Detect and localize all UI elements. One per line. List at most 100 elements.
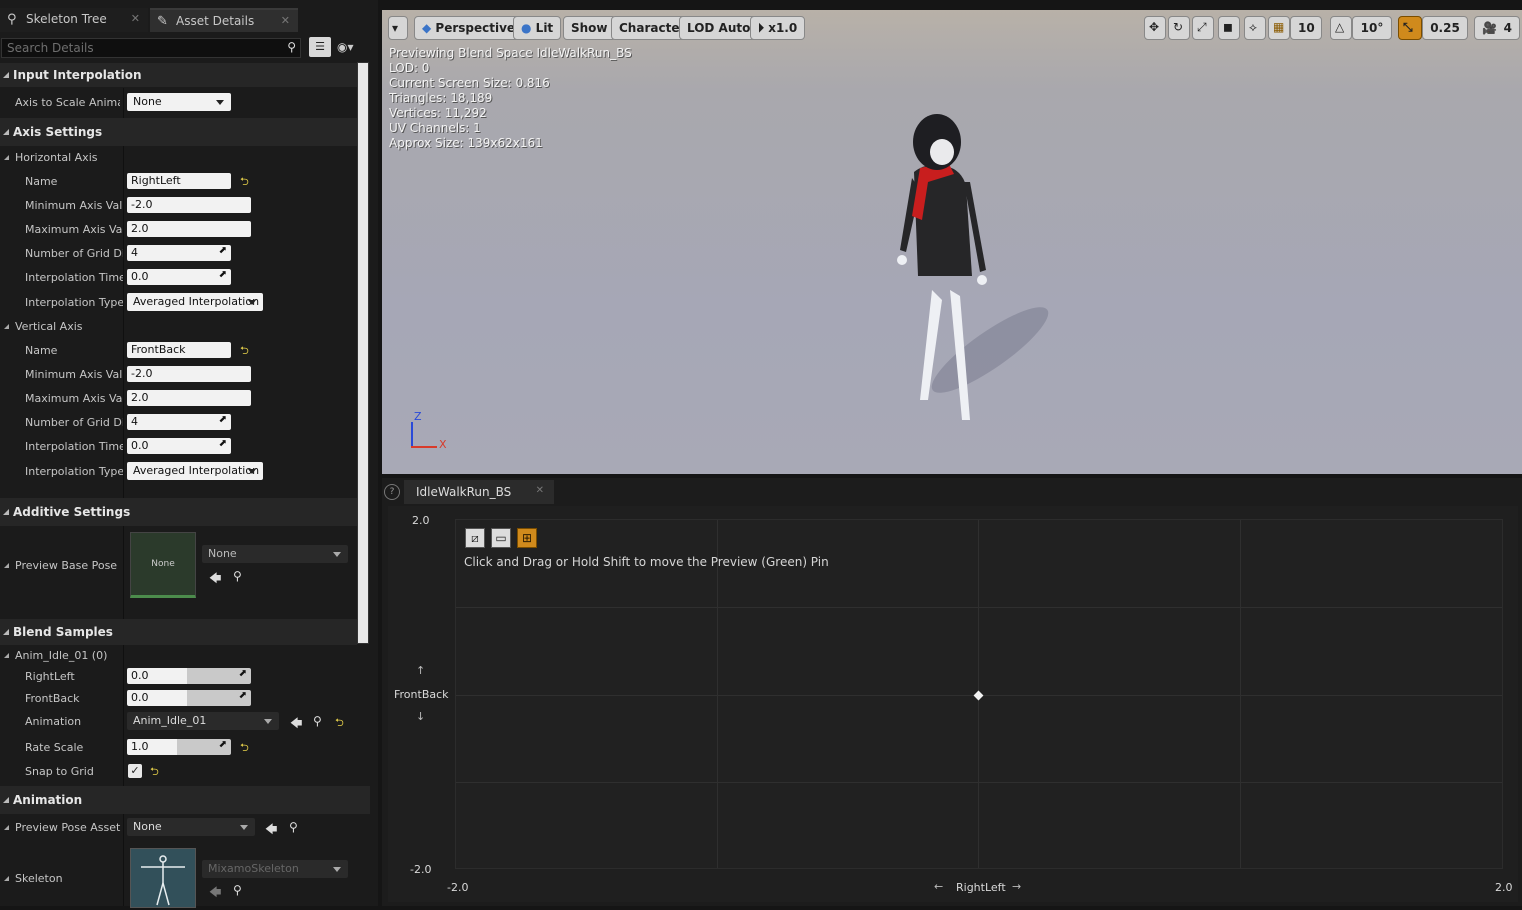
- skeleton-thumbnail[interactable]: [130, 848, 196, 908]
- tab-blend-space[interactable]: IdleWalkRun_BS ✕: [404, 480, 554, 504]
- horizontal-axis-header[interactable]: Horizontal Axis: [0, 150, 357, 166]
- v-grid-spinner[interactable]: 4: [127, 414, 231, 430]
- h-max-input[interactable]: 2.0: [127, 221, 251, 237]
- column-divider: [123, 146, 124, 498]
- row-v-max: Maximum Axis Val 2.0: [0, 389, 357, 407]
- v-name-input[interactable]: FrontBack: [127, 342, 231, 358]
- v-itime-spinner[interactable]: 0.0: [127, 438, 231, 454]
- reset-icon[interactable]: ⮌: [335, 714, 344, 733]
- search-icon[interactable]: ⚲: [287, 40, 296, 54]
- column-divider: [123, 814, 124, 906]
- browse-search-icon[interactable]: ⚲: [313, 714, 322, 728]
- world-local-icon[interactable]: ◼: [1218, 16, 1240, 40]
- h-grid-spinner[interactable]: 4: [127, 245, 231, 261]
- field-label: Axis to Scale Animati: [15, 96, 120, 109]
- use-selected-arrow-icon[interactable]: 🡄: [209, 569, 221, 590]
- skeleton-dropdown: MixamoSkeleton: [202, 860, 348, 878]
- v-max-input[interactable]: 2.0: [127, 390, 251, 406]
- reset-icon[interactable]: ⮌: [240, 739, 249, 758]
- show-button[interactable]: Show: [563, 16, 616, 40]
- angle-snap-value[interactable]: 10°: [1352, 16, 1392, 40]
- button-label: LOD Auto: [687, 21, 751, 35]
- reset-icon[interactable]: ⮌: [150, 763, 159, 782]
- rotate-icon[interactable]: ↻: [1168, 16, 1190, 40]
- row-preview-pose-asset: Preview Pose Asset None 🡄 ⚲: [0, 816, 357, 838]
- browse-search-icon[interactable]: ⚲: [233, 883, 242, 897]
- h-itime-spinner[interactable]: 0.0: [127, 269, 231, 285]
- scale-snap-value[interactable]: 0.25: [1422, 16, 1468, 40]
- arrow-left-icon: ←: [934, 880, 944, 893]
- chevron-down-icon: ▾: [392, 21, 399, 35]
- sample-fb-slider[interactable]: 0.0: [127, 690, 251, 706]
- row-axis-to-scale: Axis to Scale Animati None: [0, 90, 357, 114]
- lod-button[interactable]: LOD Auto: [679, 16, 759, 40]
- angle-snap-icon[interactable]: △: [1330, 16, 1352, 40]
- h-min-input[interactable]: -2.0: [127, 197, 251, 213]
- surface-snap-icon[interactable]: ⟡: [1244, 16, 1266, 40]
- reset-icon[interactable]: ⮌: [240, 173, 249, 192]
- search-input[interactable]: Search Details ⚲: [1, 38, 301, 58]
- draw-triangles-icon[interactable]: ⧄: [465, 528, 485, 548]
- preview-viewport[interactable]: ▾ ◆ Perspective ● Lit Show Character LOD…: [382, 10, 1522, 474]
- show-names-icon[interactable]: ▭: [491, 528, 511, 548]
- help-icon[interactable]: ?: [384, 484, 400, 500]
- pose-thumbnail[interactable]: None: [130, 532, 196, 598]
- close-icon[interactable]: ✕: [536, 485, 544, 496]
- use-selected-arrow-icon[interactable]: 🡄: [265, 820, 277, 841]
- h-itype-dropdown[interactable]: Averaged Interpolation: [127, 293, 263, 311]
- tab-label: IdleWalkRun_BS: [416, 485, 512, 499]
- close-icon[interactable]: ✕: [281, 14, 290, 27]
- stat-screen-size: Current Screen Size: 0.816: [389, 76, 550, 90]
- browse-search-icon[interactable]: ⚲: [289, 820, 298, 834]
- blend-grid[interactable]: [455, 519, 1503, 869]
- grid-snap-icon[interactable]: ▦: [1268, 16, 1290, 40]
- eye-icon[interactable]: ◉▾: [337, 40, 354, 54]
- grid-snap-value[interactable]: 10: [1290, 16, 1322, 40]
- perspective-button[interactable]: ◆ Perspective: [414, 16, 524, 40]
- row-preview-base-pose: Preview Base Pose None None 🡄 ⚲: [0, 530, 357, 602]
- x-axis-label: RightLeft: [956, 881, 1006, 894]
- sample-point[interactable]: [973, 690, 984, 701]
- browse-search-icon[interactable]: ⚲: [233, 569, 242, 583]
- vertical-axis-header[interactable]: Vertical Axis: [0, 319, 357, 335]
- scale-icon[interactable]: ⤢: [1192, 16, 1214, 40]
- viewport-options-button[interactable]: ▾: [388, 16, 408, 40]
- section-blend-samples[interactable]: Blend Samples: [0, 619, 357, 645]
- preview-pose-dropdown[interactable]: None: [127, 818, 255, 836]
- tab-skeleton-tree[interactable]: ⚲ Skeleton Tree ✕: [0, 8, 148, 32]
- sample-header[interactable]: Anim_Idle_01 (0): [0, 648, 357, 664]
- details-scrollbar[interactable]: [357, 62, 369, 644]
- view-options-icon[interactable]: ☰: [309, 37, 331, 57]
- section-axis-settings[interactable]: Axis Settings: [0, 118, 357, 146]
- snap-to-grid-checkbox[interactable]: ✓: [128, 764, 142, 778]
- stat-lod: LOD: 0: [389, 61, 430, 75]
- lit-button[interactable]: ● Lit: [513, 16, 562, 40]
- sample-anim-dropdown[interactable]: Anim_Idle_01: [127, 712, 279, 730]
- camera-speed-icon: 🎥: [1482, 21, 1497, 35]
- v-itype-dropdown[interactable]: Averaged Interpolation: [127, 462, 263, 480]
- axis-to-scale-dropdown[interactable]: None: [127, 93, 231, 111]
- sample-title: Anim_Idle_01 (0): [3, 649, 108, 662]
- close-icon[interactable]: ✕: [131, 12, 140, 25]
- use-selected-arrow-icon[interactable]: 🡄: [290, 714, 302, 735]
- grid-line: [1240, 520, 1241, 868]
- playback-speed-button[interactable]: ⏵ x1.0: [750, 16, 806, 40]
- row-h-max: Maximum Axis Val 2.0: [0, 220, 357, 238]
- reset-icon[interactable]: ⮌: [240, 342, 249, 361]
- base-pose-dropdown[interactable]: None: [202, 545, 348, 563]
- stretch-icon[interactable]: ⊞: [517, 528, 537, 548]
- h-name-input[interactable]: RightLeft: [127, 173, 231, 189]
- scale-snap-icon[interactable]: ⤡: [1398, 16, 1422, 40]
- field-label: Rate Scale: [25, 741, 84, 754]
- tab-asset-details[interactable]: ✎ Asset Details ✕: [150, 8, 298, 32]
- z-axis-line: [411, 422, 413, 448]
- v-min-input[interactable]: -2.0: [127, 366, 251, 382]
- camera-speed-button[interactable]: 🎥 4: [1474, 16, 1520, 40]
- section-animation[interactable]: Animation: [0, 786, 370, 814]
- translate-icon[interactable]: ✥: [1144, 16, 1166, 40]
- field-label: Skeleton: [4, 872, 63, 885]
- sample-rate-slider[interactable]: 1.0: [127, 739, 231, 755]
- section-additive-settings[interactable]: Additive Settings: [0, 498, 357, 526]
- sample-rl-slider[interactable]: 0.0: [127, 668, 251, 684]
- section-input-interpolation[interactable]: Input Interpolation: [0, 63, 357, 87]
